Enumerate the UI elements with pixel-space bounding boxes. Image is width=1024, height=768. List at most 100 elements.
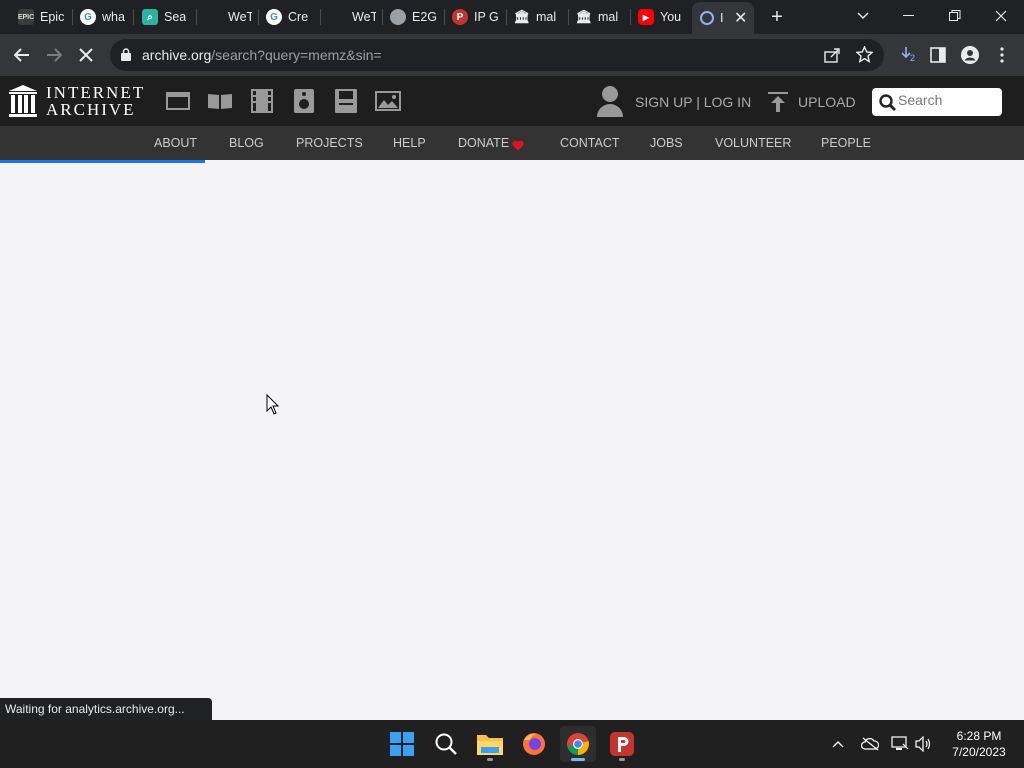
nav-help[interactable]: HELP: [393, 136, 426, 150]
browser-toolbar: archive.org/search?query=memz&sin= 2: [0, 34, 1024, 76]
software-icon[interactable]: [332, 88, 360, 114]
restore-icon: [949, 10, 961, 21]
web-icon[interactable]: [164, 88, 192, 114]
tab-divider: [258, 9, 259, 25]
wetransfer-icon: [330, 9, 346, 25]
archive-logo-icon[interactable]: [9, 85, 37, 117]
psiphon-icon: P: [452, 9, 468, 25]
firefox-icon: [523, 733, 545, 755]
chrome-icon: [567, 733, 589, 755]
show-hidden-icons-button[interactable]: [828, 734, 848, 754]
nav-blog[interactable]: BLOG: [229, 136, 264, 150]
nav-projects[interactable]: PROJECTS: [296, 136, 363, 150]
epic-icon: EPIC: [18, 9, 34, 25]
browser-tab[interactable]: P IP G: [452, 4, 500, 30]
search-icon[interactable]: [879, 94, 896, 111]
bookmark-star-icon[interactable]: [856, 46, 873, 63]
browser-tab[interactable]: E2G: [390, 4, 438, 30]
video-icon[interactable]: [248, 88, 276, 114]
archive-icon: 🏛: [576, 9, 593, 24]
lock-icon: [121, 48, 131, 61]
user-icon[interactable]: [596, 85, 624, 117]
browser-tab[interactable]: 🏛 mal: [514, 4, 560, 30]
file-explorer-button[interactable]: [472, 726, 508, 762]
clock-date: 7/20/2023: [952, 745, 1006, 759]
browser-tab[interactable]: EPIC Epic: [18, 4, 68, 30]
browser-tab[interactable]: G wha: [80, 4, 126, 30]
tab-divider: [72, 9, 73, 25]
system-clock[interactable]: 6:28 PM 7/20/2023: [944, 728, 1014, 760]
network-button[interactable]: [890, 734, 910, 754]
ia-top-nav: ABOUT BLOG PROJECTS HELP DONATE CONTACT …: [0, 126, 1024, 160]
browser-tab-active[interactable]: I ✕: [692, 2, 754, 34]
nav-contact[interactable]: CONTACT: [560, 136, 620, 150]
loading-icon: [700, 11, 714, 25]
restore-button[interactable]: [932, 0, 978, 32]
profile-icon: [961, 46, 979, 64]
share-icon[interactable]: [824, 47, 840, 63]
upload-icon[interactable]: [768, 92, 788, 112]
nav-people[interactable]: PEOPLE: [821, 136, 871, 150]
stop-loading-button[interactable]: [76, 45, 96, 65]
tab-divider: [444, 9, 445, 25]
globe-icon: [390, 9, 406, 25]
firefox-button[interactable]: [516, 726, 552, 762]
nav-donate[interactable]: DONATE: [458, 136, 509, 150]
images-icon[interactable]: [374, 88, 402, 114]
start-button[interactable]: [384, 726, 420, 762]
side-panel-button[interactable]: [928, 45, 948, 65]
status-bubble: Waiting for analytics.archive.org...: [0, 698, 212, 720]
audio-icon[interactable]: [290, 88, 318, 114]
onedrive-button[interactable]: [860, 734, 880, 754]
close-icon: [995, 10, 1007, 22]
psiphon-button[interactable]: [604, 726, 640, 762]
profile-button[interactable]: [960, 45, 980, 65]
menu-button[interactable]: [992, 45, 1012, 65]
page-load-progress-bar: [0, 160, 205, 163]
volume-button[interactable]: [914, 734, 934, 754]
cloud-offline-icon: [861, 737, 879, 751]
upload-link[interactable]: UPLOAD: [798, 94, 856, 110]
address-bar[interactable]: archive.org/search?query=memz&sin=: [110, 39, 884, 71]
nav-jobs[interactable]: JOBS: [650, 136, 683, 150]
browser-tab[interactable]: WeT: [206, 4, 252, 30]
nav-volunteer[interactable]: VOLUNTEER: [715, 136, 791, 150]
google-icon: G: [266, 9, 282, 25]
network-icon: [891, 736, 909, 750]
downloads-button[interactable]: 2: [898, 45, 918, 65]
search-app-icon: ⌕: [142, 9, 158, 25]
close-window-button[interactable]: [978, 0, 1024, 32]
sign-up-login-link[interactable]: SIGN UP | LOG IN: [635, 94, 751, 110]
speaker-icon: [915, 736, 931, 752]
url-text[interactable]: archive.org/search?query=memz&sin=: [142, 47, 382, 63]
chrome-button[interactable]: [560, 726, 596, 762]
tab-divider: [320, 9, 321, 25]
nav-about[interactable]: ABOUT: [154, 136, 197, 150]
new-tab-button[interactable]: +: [766, 6, 788, 28]
tab-search-button[interactable]: [840, 0, 886, 32]
windows-taskbar: 6:28 PM 7/20/2023: [0, 720, 1024, 768]
ia-search-box[interactable]: [872, 88, 1002, 116]
forward-arrow-icon: [47, 48, 62, 62]
browser-tab[interactable]: G Cre: [266, 4, 314, 30]
tab-divider: [382, 9, 383, 25]
close-tab-icon[interactable]: ✕: [734, 8, 747, 28]
running-indicator: [487, 758, 493, 761]
ia-logo-text[interactable]: INTERNET ARCHIVE: [46, 84, 145, 118]
browser-tab[interactable]: ⌕ Sea: [142, 4, 190, 30]
chevron-down-icon: [857, 12, 869, 19]
close-icon: [79, 48, 93, 62]
texts-icon[interactable]: [206, 88, 234, 114]
browser-tab[interactable]: ▶ You: [638, 4, 684, 30]
taskbar-search-button[interactable]: [428, 726, 464, 762]
forward-button[interactable]: [44, 45, 64, 65]
minimize-button[interactable]: [886, 0, 932, 32]
browser-tab[interactable]: WeT: [330, 4, 376, 30]
youtube-icon: ▶: [638, 9, 654, 25]
minimize-icon: [903, 15, 914, 16]
tab-divider: [506, 9, 507, 25]
browser-tab[interactable]: 🏛 mal: [576, 4, 622, 30]
back-button[interactable]: [12, 45, 32, 65]
search-input[interactable]: [898, 92, 998, 108]
wetransfer-icon: [206, 9, 222, 25]
